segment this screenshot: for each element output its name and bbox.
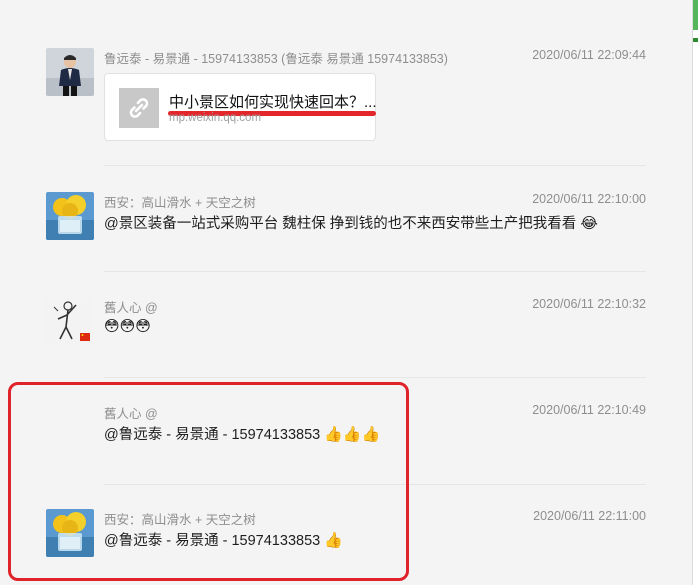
link-title[interactable]: 中小景区如何实现快速回本？... (169, 91, 377, 112)
avatar[interactable] (46, 48, 94, 96)
message-body: @景区装备一站式采购平台 魏柱保 挣到钱的也不来西安带些土产把我看看 (104, 216, 577, 232)
link-thumbnail (119, 88, 159, 128)
link-domain: mp.weixin.qq.com (169, 112, 262, 124)
laughing-emoji-icon: 😂 (580, 215, 598, 232)
avatar[interactable] (46, 297, 94, 345)
green-edge-block (693, 0, 698, 30)
message-text[interactable]: @景区装备一站式采购平台 魏柱保 挣到钱的也不来西安带些土产把我看看 😂 (104, 212, 598, 233)
sender-name: 西安：高山滑水 + 天空之树 (104, 196, 256, 210)
message-divider (104, 377, 646, 378)
green-edge-mark (693, 38, 698, 42)
message-time: 2020/06/11 22:09:44 (532, 48, 646, 62)
avatar[interactable] (46, 192, 94, 240)
message-time: 2020/06/11 22:10:49 (532, 403, 646, 417)
sender-name: 鲁远泰 - 易景通 - 15974133853 (鲁远泰 易景通 1597413… (104, 52, 448, 66)
message-time: 2020/06/11 22:10:32 (532, 297, 646, 311)
chat-message: 西安：高山滑水 + 天空之树 2020/06/11 22:10:00 @景区装备… (46, 192, 646, 242)
link-icon (119, 88, 159, 128)
message-text[interactable]: 😳😳😳 (104, 317, 151, 335)
window-right-edge (692, 0, 698, 585)
flushed-emoji-icon: 😳😳😳 (104, 318, 151, 335)
chat-message: 舊人心 @ 2020/06/11 22:10:32 😳😳😳 (46, 297, 646, 347)
message-divider (104, 165, 646, 166)
red-highlight-box (8, 382, 409, 581)
link-card[interactable]: 中小景区如何实现快速回本？... mp.weixin.qq.com (104, 73, 377, 141)
chat-message: 鲁远泰 - 易景通 - 15974133853 (鲁远泰 易景通 1597413… (46, 48, 646, 148)
sender-name: 舊人心 @ (104, 301, 158, 315)
message-time: 2020/06/11 22:10:00 (532, 192, 646, 206)
message-time: 2020/06/11 22:11:00 (533, 509, 646, 523)
message-divider (104, 271, 646, 272)
